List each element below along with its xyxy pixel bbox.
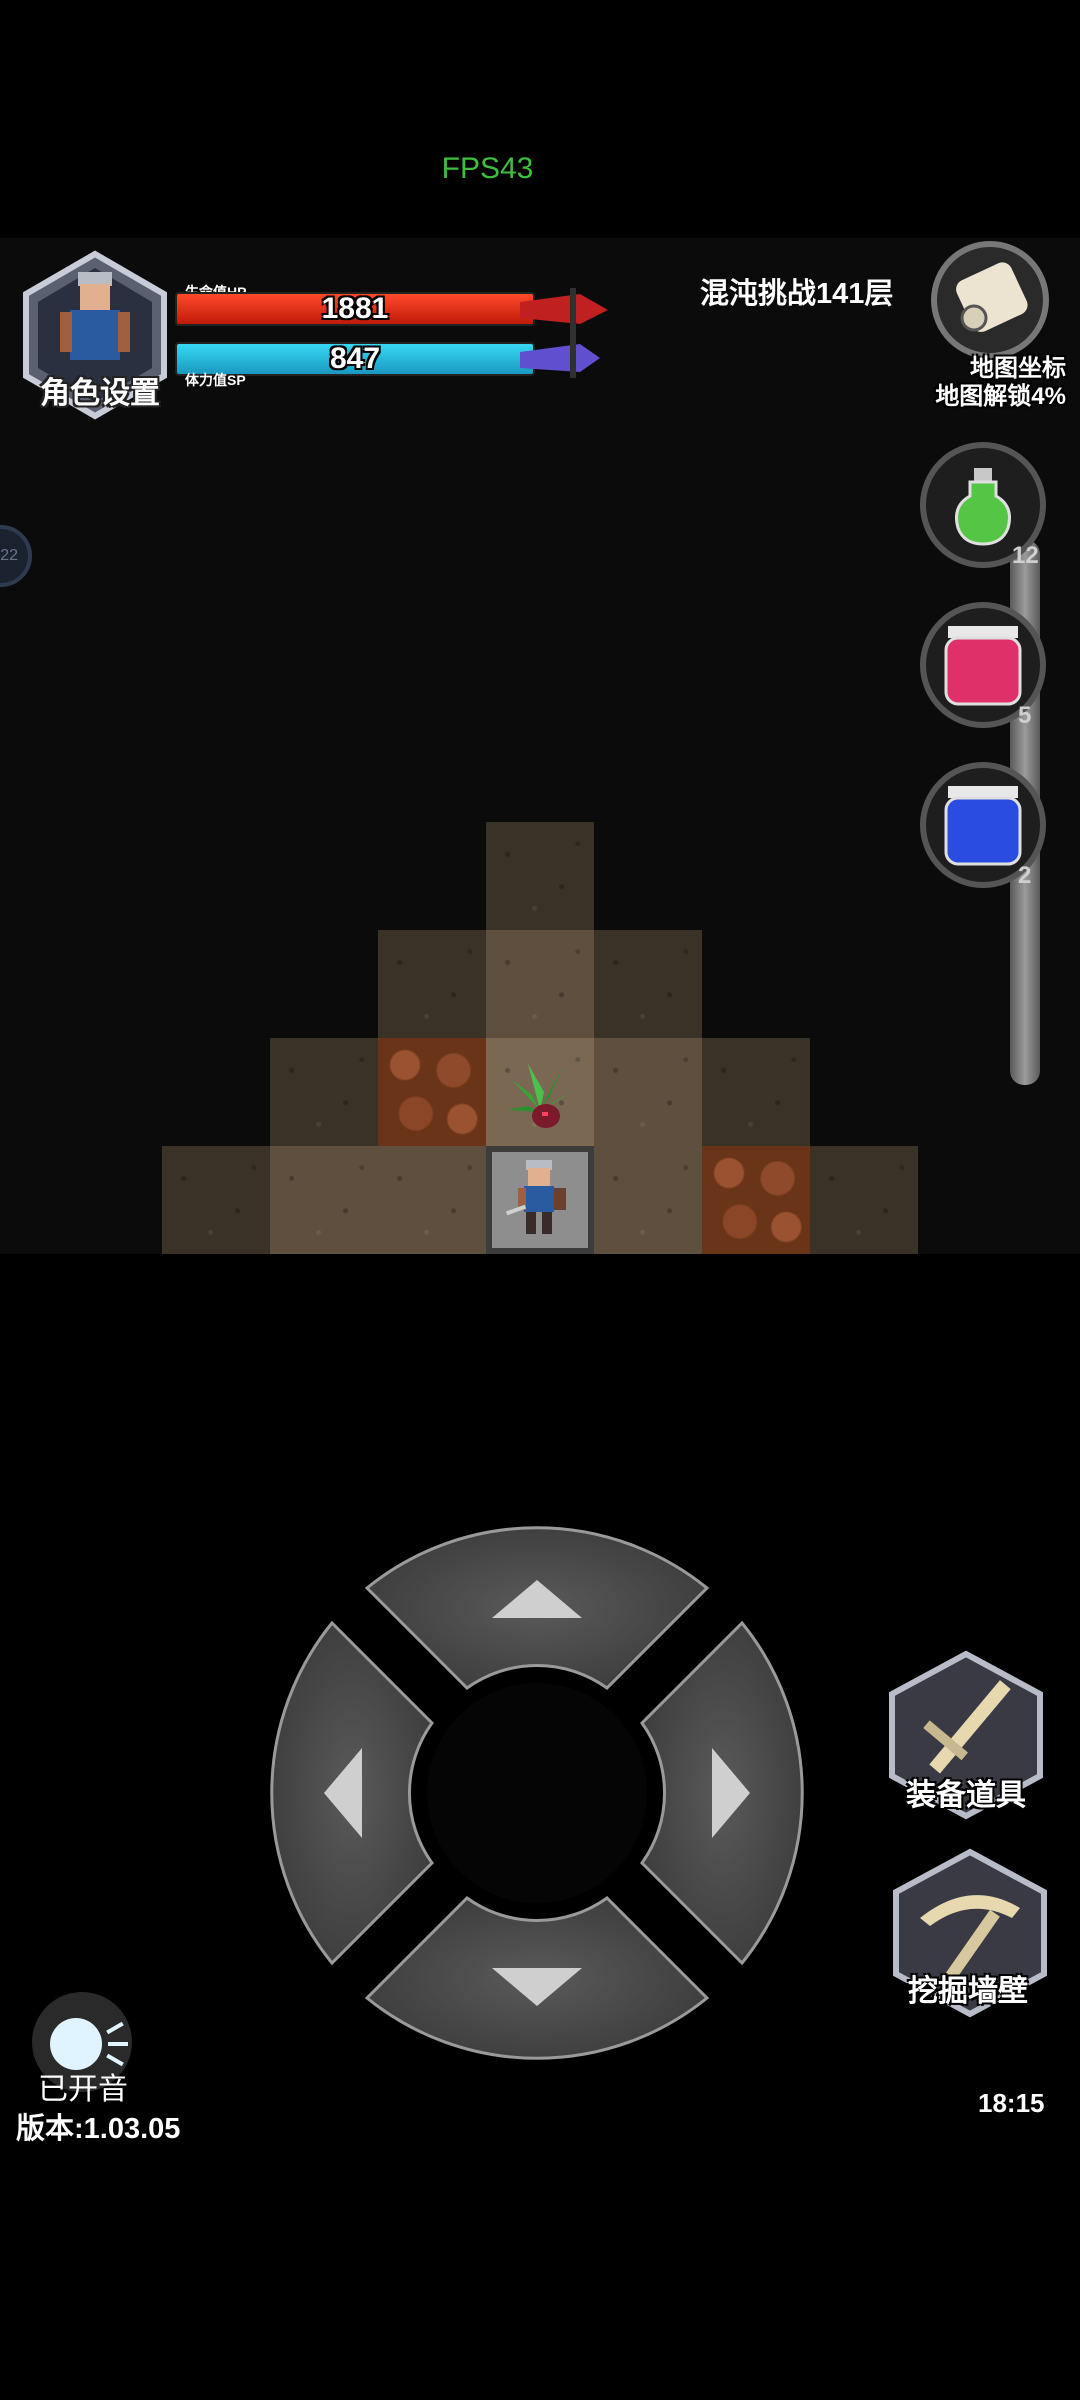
sound-status-label[interactable]: 已开音	[38, 2064, 128, 2108]
equip-items-label[interactable]: 装备道具	[866, 1770, 1066, 1814]
map-unlock-label: 地图解锁4%	[935, 383, 1066, 410]
floor-tile	[486, 822, 594, 930]
version-label: 版本:1.03.05	[16, 2113, 181, 2145]
dig-wall-label[interactable]: 挖掘墙壁	[868, 1966, 1068, 2010]
character-settings-label[interactable]: 角色设置	[20, 368, 180, 412]
fps-counter: FPS43	[441, 152, 534, 185]
map-info-label[interactable]: 地图坐标 地图解锁4%	[935, 355, 1066, 411]
floor-tile	[594, 1038, 702, 1146]
game-screen: FPS43 角色设置 1881 847 体力值SP 混沌挑战141层 地图坐标 …	[0, 0, 1080, 2400]
floor-tile	[810, 1146, 918, 1254]
sp-tag: 体力值SP	[185, 372, 246, 388]
hp-bar: 1881	[175, 292, 535, 326]
plant-monster-icon[interactable]	[492, 1050, 588, 1146]
floor-tile	[594, 930, 702, 1038]
floor-tile	[270, 1038, 378, 1146]
blue-potion-count: 2	[1018, 862, 1032, 889]
rock-wall-tile[interactable]	[378, 1038, 486, 1146]
map-scroll-button[interactable]	[930, 240, 1050, 360]
sword-ornament-icon	[520, 288, 608, 378]
red-potion-count: 5	[1018, 702, 1032, 729]
floor-tile	[486, 930, 594, 1038]
hp-value: 1881	[321, 292, 389, 325]
hero-sprite-icon	[505, 1160, 566, 1234]
floor-tile	[378, 930, 486, 1038]
green-potion-count: 12	[1012, 542, 1039, 569]
game-clock: 18:15	[978, 2088, 1045, 2118]
floor-tile	[702, 1038, 810, 1146]
rock-wall-tile[interactable]	[702, 1146, 810, 1254]
direction-pad[interactable]	[262, 1518, 812, 2068]
floor-tile	[270, 1146, 378, 1254]
map-coords-label: 地图坐标	[970, 355, 1066, 382]
floor-tile	[162, 1146, 270, 1254]
floor-tile	[594, 1146, 702, 1254]
challenge-floor-label: 混沌挑战141层	[700, 278, 894, 310]
floor-tile	[378, 1146, 486, 1254]
